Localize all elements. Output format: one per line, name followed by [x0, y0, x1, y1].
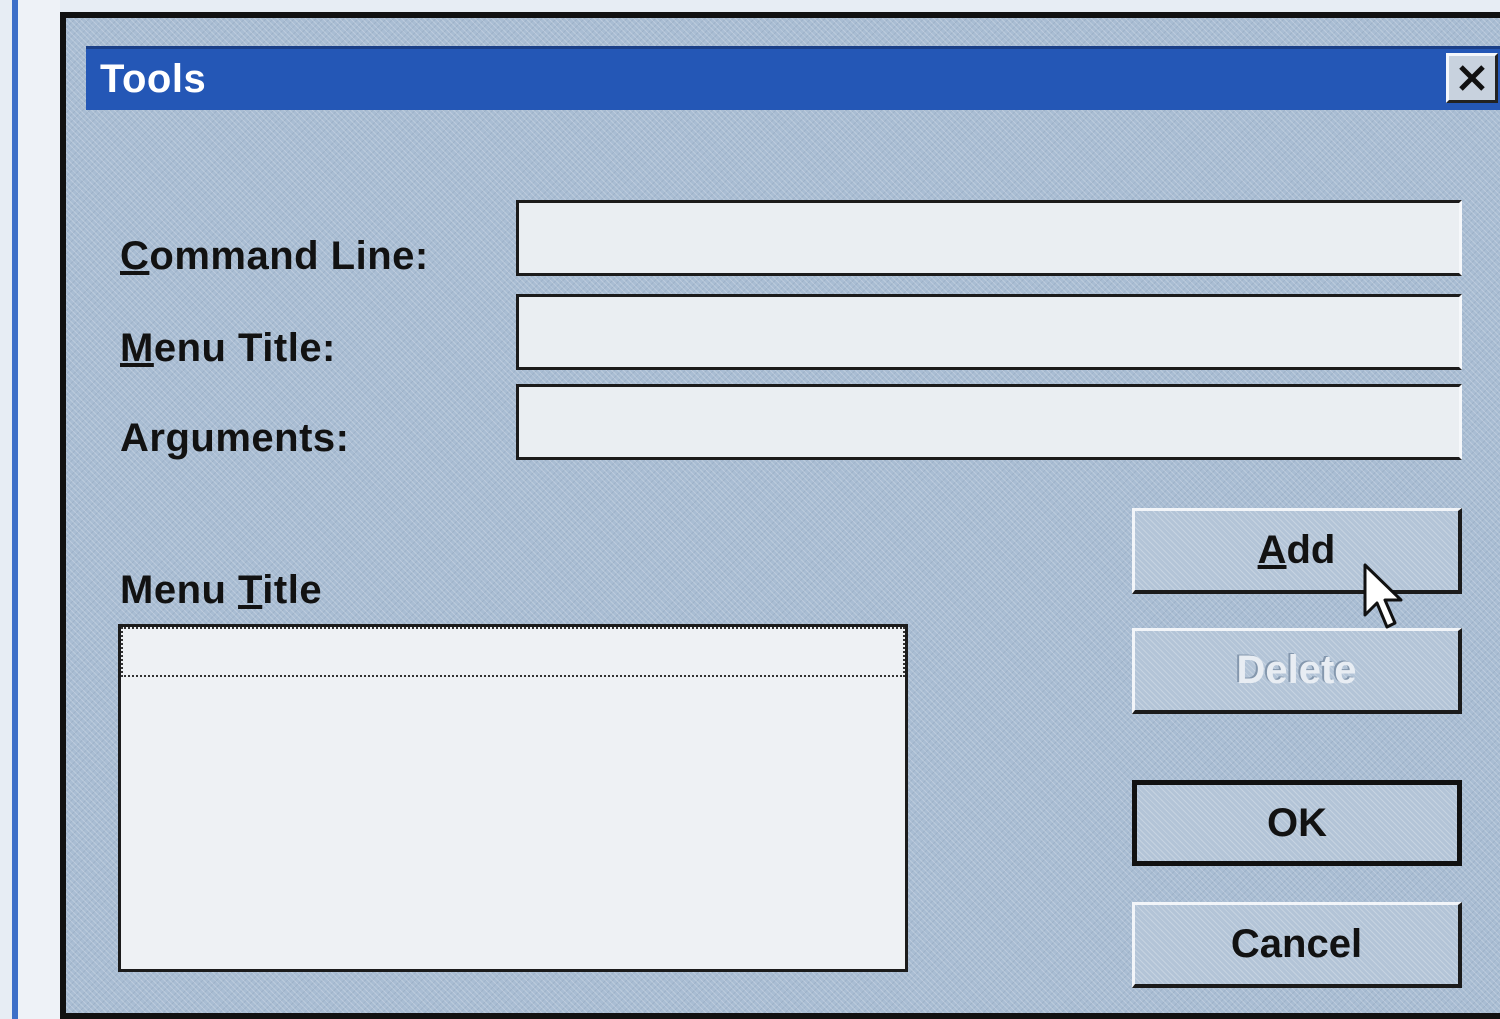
menu-title-input[interactable]: [516, 294, 1462, 370]
command-line-mnemonic: C: [120, 234, 150, 278]
ok-button[interactable]: OK: [1132, 780, 1462, 866]
menu-title-mnemonic: M: [120, 326, 154, 370]
arguments-label: Arguments:: [120, 416, 350, 460]
arguments-input[interactable]: [516, 384, 1462, 460]
command-line-label: Command Line:: [120, 234, 429, 279]
tools-dialog: Tools Command Line: Menu Title: Argument…: [60, 12, 1500, 1019]
command-line-label-text: ommand Line:: [149, 234, 429, 278]
menu-title-list-label: Menu Title: [120, 568, 322, 613]
add-button-label: dd: [1286, 528, 1336, 572]
list-focus-row[interactable]: [121, 627, 905, 677]
menu-title-listbox[interactable]: [118, 624, 908, 972]
menu-title-list-label-prefix: Menu: [120, 568, 239, 612]
menu-title-label: Menu Title:: [120, 326, 336, 371]
add-button[interactable]: Add: [1132, 508, 1462, 594]
close-icon: [1459, 65, 1485, 91]
menu-title-list-mnemonic: T: [238, 568, 263, 612]
delete-button[interactable]: Delete: [1132, 628, 1462, 714]
mouse-pointer-icon: [1363, 563, 1403, 629]
menu-title-list-label-rest: itle: [262, 568, 323, 612]
cancel-button[interactable]: Cancel: [1132, 902, 1462, 988]
close-button[interactable]: [1446, 53, 1498, 103]
page-background: [18, 0, 60, 1019]
add-button-mnemonic: A: [1257, 528, 1287, 572]
title-bar[interactable]: Tools: [86, 46, 1500, 110]
command-line-input[interactable]: [516, 200, 1462, 276]
menu-title-label-text: enu Title:: [153, 326, 336, 370]
dialog-title: Tools: [100, 57, 207, 101]
